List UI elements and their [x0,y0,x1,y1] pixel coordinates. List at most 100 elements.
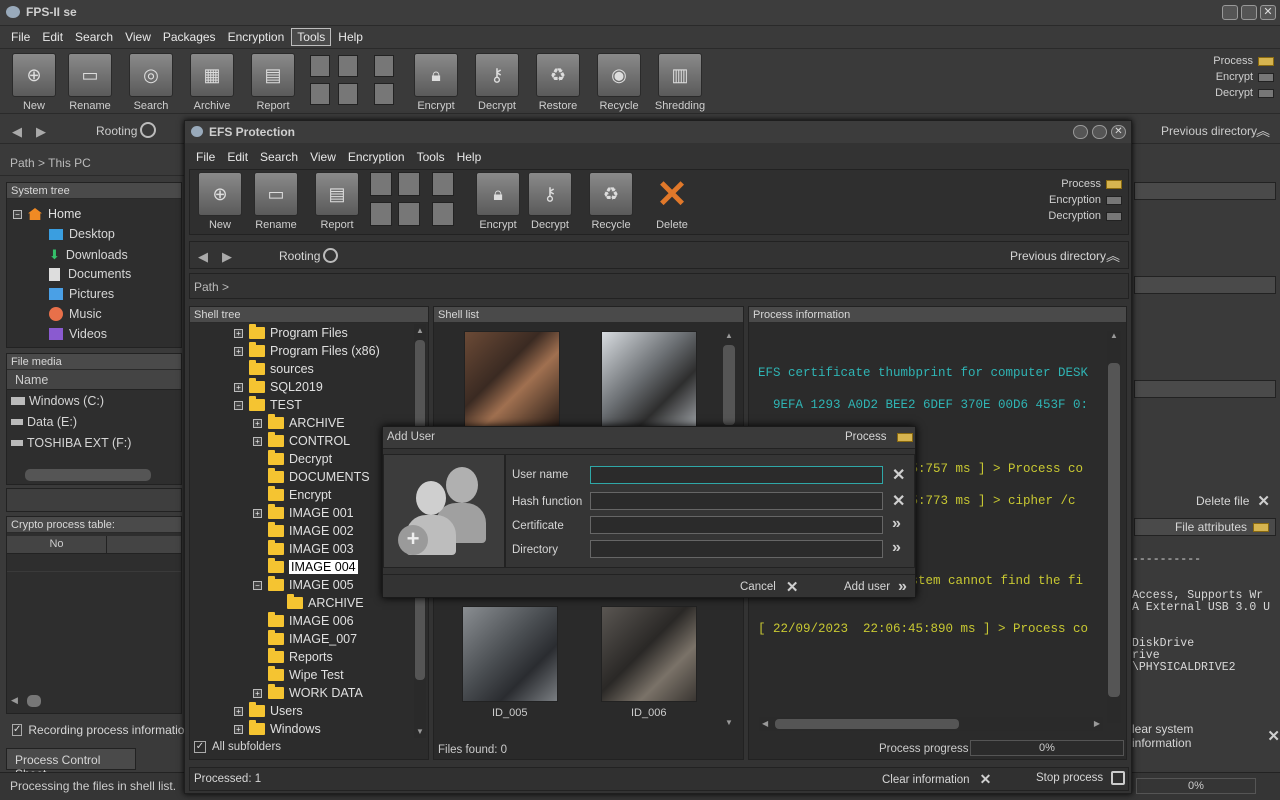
hash-function-input[interactable] [590,492,883,510]
menu-encryption[interactable]: Encryption [223,29,290,45]
tree-item-music[interactable]: Music [49,307,102,321]
expand-icon[interactable]: + [253,436,262,446]
shell-tree-item[interactable]: − TEST [190,396,414,414]
clear-information-button[interactable]: Clear information ✕ [882,771,991,788]
toolbar-archive-button[interactable]: ▦ Archive [184,53,240,112]
efs-report-button[interactable]: ▤ Report [309,172,365,231]
drive-e[interactable]: Data (E:) [7,411,181,432]
efs-back-arrow-icon[interactable]: ◀ [198,249,208,265]
user-group-add-icon[interactable] [370,202,392,226]
efs-menu-encryption[interactable]: Encryption [343,149,410,165]
process-control-sheet-tab[interactable]: Process Control Sheet [6,748,136,781]
col-no-header[interactable]: No [7,536,107,553]
toolbar-encrypt-button[interactable]: 🔒︎ Encrypt [408,53,464,112]
efs-forward-arrow-icon[interactable]: ▶ [222,249,232,265]
expand-icon[interactable]: + [253,418,262,428]
shell-tree-item[interactable]: +sources [190,360,414,378]
expand-icon[interactable]: + [234,724,243,734]
tree-item-downloads[interactable]: ⬇ Downloads [49,247,128,263]
minimize-button[interactable] [1222,5,1238,20]
tree-item-documents[interactable]: Documents [49,267,131,281]
scroll-down-icon[interactable]: ▼ [416,727,424,736]
shell-tree-item[interactable]: + CONTROL [190,432,414,450]
efs-recycle-button[interactable]: ♻ Recycle [583,172,639,231]
thumbnail-loft-living[interactable] [464,331,560,427]
user-group-remove-icon[interactable] [398,202,420,226]
tree-item-videos[interactable]: Videos [49,327,107,341]
toolbar-shredding-button[interactable]: ▥ Shredding [652,53,708,112]
up-chevron-icon[interactable]: ︽ [1256,121,1270,141]
scroll-left-icon[interactable]: ◀ [762,719,768,728]
efs-close-button[interactable]: ✕ [1111,125,1126,139]
thumbnail-loft-windows[interactable] [601,331,697,427]
shell-tree-item[interactable]: +IMAGE 006 [190,612,414,630]
shell-tree-item[interactable]: + SQL2019 [190,378,414,396]
shell-tree-item[interactable]: +IMAGE 003 [190,540,414,558]
shell-tree-item[interactable]: + Program Files [190,324,414,342]
certificate-icon[interactable] [432,172,454,196]
process-info-hscroll-thumb[interactable] [775,719,959,729]
all-subfolders-row[interactable]: ✓ All subfolders [194,741,281,753]
expand-icon[interactable]: + [234,706,243,716]
efs-refresh-icon[interactable] [323,248,338,263]
shell-tree-item[interactable]: +DOCUMENTS [190,468,414,486]
drive-f[interactable]: TOSHIBA EXT (F:) [7,432,181,453]
settings-icon[interactable] [432,202,454,226]
menu-search[interactable]: Search [70,29,118,45]
tree-item-home[interactable]: − Home [13,207,81,221]
clear-hash-icon[interactable]: ✕ [892,491,905,511]
efs-menu-edit[interactable]: Edit [222,149,253,165]
clear-user-name-icon[interactable]: ✕ [892,465,905,485]
scroll-up-icon[interactable]: ▲ [416,326,424,335]
shell-tree-item[interactable]: +Wipe Test [190,666,414,684]
small-tools-icons[interactable] [308,55,402,107]
efs-new-button[interactable]: ⊕ New [192,172,248,231]
user-name-input[interactable] [590,466,883,484]
recording-checkbox[interactable]: ✓ [12,724,23,736]
efs-menu-tools[interactable]: Tools [412,149,450,165]
efs-delete-button[interactable]: ✕ Delete [644,172,700,232]
toolbar-search-button[interactable]: ◎ Search [123,53,179,112]
shell-tree-item[interactable]: +IMAGE_007 [190,630,414,648]
efs-maximize-button[interactable] [1092,125,1107,139]
drive-c[interactable]: Windows (C:) [7,390,181,411]
scroll-up-icon[interactable]: ▲ [725,331,733,340]
process-info-hscroll[interactable]: ◀ ▶ [759,717,1103,731]
shell-tree-item[interactable]: +Reports [190,648,414,666]
thumbnail-id-005[interactable] [462,606,558,702]
expand-icon[interactable]: + [234,346,243,356]
collapse-icon[interactable]: − [234,400,243,410]
shell-tree-item[interactable]: + Program Files (x86) [190,342,414,360]
scroll-up-icon[interactable]: ▲ [1110,331,1118,340]
tree-item-desktop[interactable]: Desktop [49,227,115,241]
shell-tree-item[interactable]: +ARCHIVE [190,594,414,612]
shell-tree-item[interactable]: − IMAGE 005 [190,576,414,594]
left-arrow-icon[interactable]: ◀ [11,695,18,706]
process-info-scroll-thumb[interactable] [1108,363,1120,697]
efs-rooting-label[interactable]: Rooting [279,249,320,263]
toolbar-new-button[interactable]: ⊕ New [6,53,62,112]
certificate-input[interactable] [590,516,883,534]
shell-tree-item[interactable]: + Users [190,702,414,720]
tree-item-pictures[interactable]: Pictures [49,287,114,301]
stop-process-button[interactable]: Stop process [1036,771,1126,785]
delete-file-button[interactable]: Delete file ✕ [1196,492,1270,510]
refresh-icon[interactable] [140,122,156,138]
efs-menu-help[interactable]: Help [452,149,487,165]
shell-tree-item[interactable]: + IMAGE 001 [190,504,414,522]
expand-icon[interactable]: + [234,382,243,392]
shell-tree-item[interactable]: +Decrypt [190,450,414,468]
efs-menu-file[interactable]: File [191,149,220,165]
scroll-right-icon[interactable]: ▶ [1094,719,1100,728]
scroll-down-icon[interactable]: ▼ [725,718,733,727]
shell-tree-item[interactable]: +ARCHIVE [190,414,414,432]
efs-minimize-button[interactable] [1073,125,1088,139]
cancel-button[interactable]: Cancel ✕ [740,578,798,596]
shell-tree-item[interactable]: + WORK DATA [190,684,414,702]
crypto-hscroll-thumb[interactable] [27,695,41,707]
efs-encrypt-button[interactable]: 🔒︎ Encrypt [470,172,526,231]
shell-tree-item[interactable]: +IMAGE 004 [190,558,414,576]
browse-directory-icon[interactable]: » [892,539,901,557]
shell-list-scroll-thumb[interactable] [723,345,735,425]
all-subfolders-checkbox[interactable]: ✓ [194,741,206,753]
